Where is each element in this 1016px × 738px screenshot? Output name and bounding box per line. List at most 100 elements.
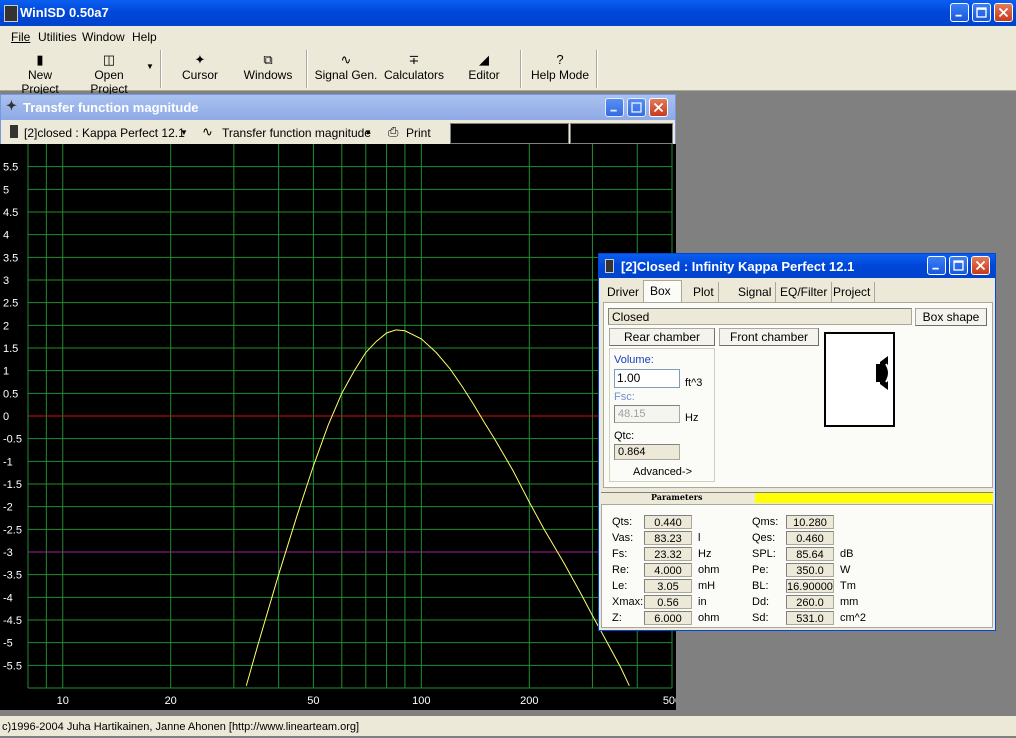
y-tick-label: -2.5 — [3, 524, 22, 536]
box-shape-button[interactable]: Box shape — [915, 308, 987, 326]
advanced-button[interactable]: Advanced-> — [633, 466, 692, 478]
minimize-button[interactable] — [950, 3, 969, 22]
plot-type-select[interactable]: Transfer function magnitude — [222, 126, 371, 140]
chevron-down-icon[interactable]: ▼ — [146, 62, 154, 71]
transfer-function-line — [245, 329, 630, 686]
x-tick-label: 100 — [412, 695, 430, 707]
menu-help[interactable]: Help — [132, 30, 157, 44]
tab-eq-filter[interactable]: EQ/Filter — [776, 282, 833, 302]
y-tick-label: 2 — [3, 320, 9, 332]
y-tick-label: -3.5 — [3, 570, 22, 582]
calculators-icon: ∓ — [408, 52, 420, 67]
tab-plot[interactable]: Plot — [689, 282, 719, 302]
cursor-readout-y — [570, 123, 673, 144]
tab-signal[interactable]: Signal — [734, 282, 777, 302]
tab-box[interactable]: Box — [643, 280, 682, 303]
menu-utilities[interactable]: Utilities — [38, 30, 77, 44]
editor-button[interactable]: ◢ Editor — [458, 48, 510, 90]
param-right-row: SPL: 85.64 dB — [602, 547, 853, 563]
plot-type-icon: ∿ — [202, 124, 213, 139]
volume-input[interactable]: 1.00 — [614, 369, 680, 388]
tab-project[interactable]: Project — [829, 282, 876, 302]
cursor-button[interactable]: ✦ Cursor — [170, 48, 230, 90]
cursor-readout-x — [450, 123, 569, 144]
tab-driver[interactable]: Driver — [603, 282, 644, 302]
param-unit: W — [840, 564, 851, 576]
param-name: Qes: — [752, 532, 776, 544]
x-tick-label: 10 — [57, 695, 69, 707]
chevron-down-icon[interactable]: ▼ — [180, 128, 188, 137]
y-tick-label: 5 — [3, 184, 9, 196]
x-tick-label: 500 — [663, 695, 676, 707]
new-project-button[interactable]: ▮ New Project — [8, 48, 72, 96]
new-project-icon: ▮ — [36, 52, 44, 67]
param-value: 350.0 — [786, 563, 834, 577]
calculators-button[interactable]: ∓ Calculators — [382, 48, 446, 90]
app-titlebar: WinISD 0.50a7 — [0, 0, 1016, 26]
x-tick-label: 200 — [520, 695, 538, 707]
params-panel: Qts: 0.440 Vas: 83.23 l Fs: 23.32 Hz Re: 4.000 ohm… — [601, 504, 993, 628]
menu-window[interactable]: Window — [82, 30, 125, 44]
windows-button[interactable]: ⧉ Windows — [238, 48, 298, 90]
param-value: 16.90000 — [786, 579, 834, 593]
param-name: Dd: — [752, 596, 770, 608]
box-type-field[interactable]: Closed — [608, 308, 912, 325]
menu-file[interactable]: File — [11, 30, 30, 44]
menu-bar: File Utilities Window Help — [0, 26, 1016, 49]
y-tick-label: -4.5 — [3, 615, 22, 627]
speaker-icon — [876, 356, 890, 390]
print-button[interactable]: Print — [406, 126, 431, 140]
params-header: Parameters — [651, 492, 703, 502]
graph-maximize-button[interactable] — [627, 98, 646, 117]
param-unit: Tm — [840, 580, 856, 592]
y-tick-label: -4 — [3, 592, 13, 604]
param-right-row: Dd: 260.0 mm — [602, 595, 858, 611]
signal-gen-icon: ∿ — [340, 52, 352, 67]
volume-unit: ft^3 — [685, 377, 703, 389]
y-tick-label: 4.5 — [3, 207, 18, 219]
param-right-row: Qms: 10.280 — [602, 515, 834, 531]
project-select[interactable]: [2]closed : Kappa Perfect 12.1 — [24, 126, 185, 140]
param-right-row: BL: 16.90000 Tm — [602, 579, 856, 595]
project-icon — [10, 125, 18, 138]
maximize-button[interactable] — [972, 3, 991, 22]
open-project-button[interactable]: ◫ Open Project — [76, 48, 142, 96]
y-tick-label: 5.5 — [3, 162, 18, 174]
param-right-row: Pe: 350.0 W — [602, 563, 850, 579]
status-bar: c)1996-2004 Juha Hartikainen, Janne Ahon… — [0, 716, 1016, 736]
y-tick-label: 1.5 — [3, 343, 18, 355]
param-unit: mm — [840, 596, 859, 608]
y-tick-label: -1.5 — [3, 479, 22, 491]
editor-icon: ◢ — [479, 52, 489, 67]
param-name: SPL: — [752, 548, 776, 560]
front-chamber-button[interactable]: Front chamber — [719, 328, 819, 346]
project-dialog: [2]Closed : Infinity Kappa Perfect 12.1 … — [598, 253, 996, 631]
graph-close-button[interactable] — [649, 98, 668, 117]
chevron-down-icon[interactable]: ▼ — [364, 128, 372, 137]
help-mode-button[interactable]: ? Help Mode — [528, 48, 592, 90]
param-value: 10.280 — [786, 515, 834, 529]
graph-window-title: Transfer function magnitude — [23, 100, 199, 115]
x-tick-label: 20 — [165, 695, 177, 707]
printer-icon: ⎙ — [388, 124, 399, 139]
y-tick-label: 1 — [3, 366, 9, 378]
plot-area[interactable]: 5.5 5 4.5 4 3.5 3 2.5 2 1.5 1 0.5 0 -0.5 -1 -1.5 -2 -2.5… — [0, 144, 676, 710]
qtc-label: Qtc: — [614, 430, 635, 442]
y-tick-label: 0 — [3, 411, 9, 423]
params-highlight — [755, 493, 993, 503]
status-text: c)1996-2004 Juha Hartikainen, Janne Ahon… — [2, 721, 360, 733]
graph-minimize-button[interactable] — [605, 98, 624, 117]
cursor-icon: ✦ — [194, 52, 206, 67]
close-button[interactable] — [994, 3, 1013, 22]
x-tick-label: 50 — [307, 695, 319, 707]
param-value: 260.0 — [786, 595, 834, 609]
graph-window-titlebar: ✦ Transfer function magnitude — [1, 95, 675, 120]
param-value: 531.0 — [786, 611, 834, 625]
fsc-label: Fsc: — [614, 391, 635, 403]
param-name: Qms: — [752, 516, 779, 528]
signal-gen-button[interactable]: ∿ Signal Gen. — [314, 48, 378, 90]
app-title: WinISD 0.50a7 — [20, 5, 109, 20]
y-tick-label: -0.5 — [3, 434, 22, 446]
rear-chamber-button[interactable]: Rear chamber — [609, 328, 715, 346]
toolbar: ▮ New Project ◫ Open Project ▼ ✦ Cursor … — [0, 48, 1016, 96]
